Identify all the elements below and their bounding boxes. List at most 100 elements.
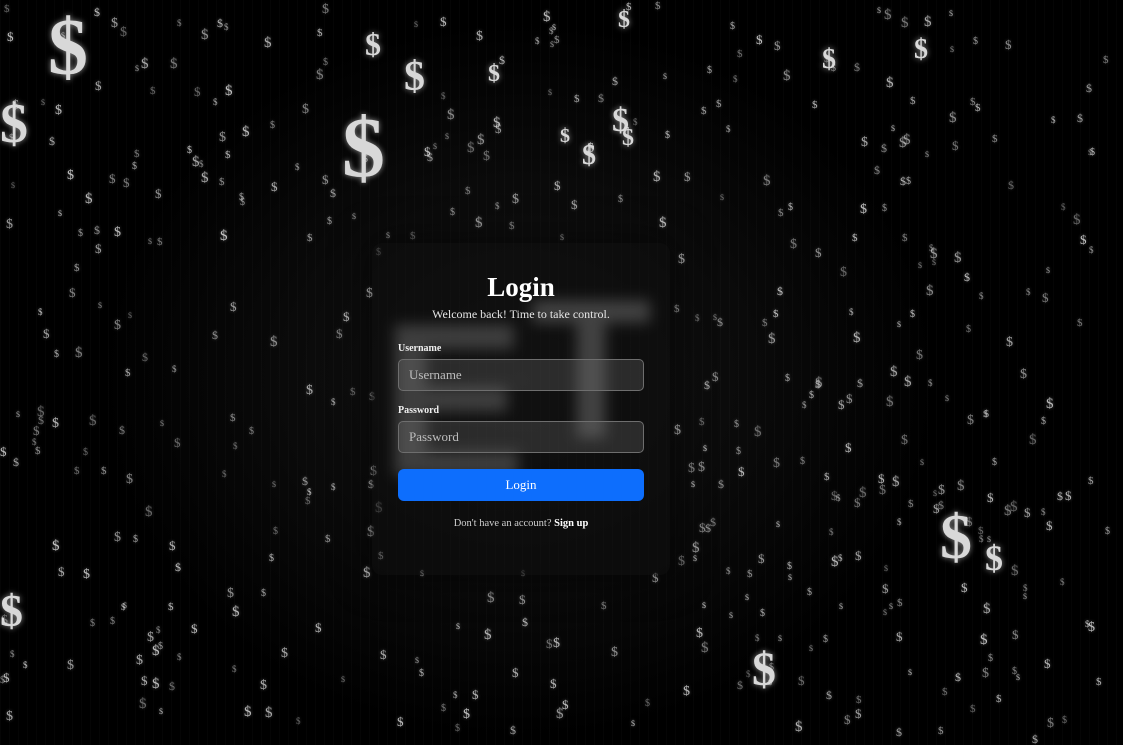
dollar-symbol: $ xyxy=(1051,115,1056,125)
dollar-symbol: $ xyxy=(758,551,765,566)
dollar-symbol: $ xyxy=(522,615,528,629)
dollar-symbol: $ xyxy=(807,587,812,598)
dollar-symbol: $ xyxy=(908,668,912,677)
dollar-symbol: $ xyxy=(914,34,928,65)
dollar-symbol: $ xyxy=(441,91,446,101)
dollar-symbol: $ xyxy=(824,471,830,483)
dollar-symbol: $ xyxy=(774,38,781,53)
dollar-symbol: $ xyxy=(918,261,922,270)
dollar-symbol: $ xyxy=(726,124,731,134)
dollar-symbol: $ xyxy=(139,696,147,712)
dollar-symbol: $ xyxy=(966,324,971,335)
dollar-symbol: $ xyxy=(493,115,501,131)
dollar-symbol: $ xyxy=(386,231,390,240)
dollar-symbol: $ xyxy=(7,29,14,44)
dollar-symbol: $ xyxy=(128,311,132,320)
dollar-symbol: $ xyxy=(424,144,431,159)
dollar-symbol: $ xyxy=(1016,673,1020,682)
dollar-symbol: $ xyxy=(746,669,751,679)
dollar-symbol: $ xyxy=(120,25,127,40)
dollar-symbol: $ xyxy=(495,121,502,136)
dollar-symbol: $ xyxy=(1073,212,1081,228)
dollar-symbol: $ xyxy=(949,9,953,18)
login-button[interactable]: Login xyxy=(398,469,644,501)
dollar-symbol: $ xyxy=(1061,202,1066,212)
dollar-symbol: $ xyxy=(910,309,915,320)
dollar-symbol: $ xyxy=(769,662,774,673)
dollar-symbol: $ xyxy=(674,303,680,315)
dollar-symbol: $ xyxy=(984,409,989,420)
dollar-symbol: $ xyxy=(859,485,867,501)
dollar-symbol: $ xyxy=(271,179,278,194)
dollar-symbol: $ xyxy=(1046,396,1054,412)
dollar-symbol: $ xyxy=(410,230,416,242)
dollar-symbol: $ xyxy=(920,458,924,467)
dollar-symbol: $ xyxy=(612,74,618,88)
dollar-symbol: $ xyxy=(187,145,192,156)
dollar-symbol: $ xyxy=(225,83,233,99)
dollar-symbol: $ xyxy=(546,636,553,651)
dollar-symbol: $ xyxy=(440,14,447,29)
dollar-symbol: $ xyxy=(52,538,60,554)
dollar-symbol: $ xyxy=(776,520,780,529)
dollar-symbol: $ xyxy=(433,142,437,151)
dollar-symbol: $ xyxy=(89,413,97,429)
dollar-symbol: $ xyxy=(114,318,121,333)
dollar-symbol: $ xyxy=(177,18,182,28)
dollar-symbol: $ xyxy=(119,423,125,437)
dollar-symbol: $ xyxy=(954,250,962,266)
dollar-symbol: $ xyxy=(296,716,301,726)
dollar-symbol: $ xyxy=(1029,432,1037,448)
dollar-symbol: $ xyxy=(142,350,148,364)
dollar-symbol: $ xyxy=(0,675,5,686)
dollar-symbol: $ xyxy=(1105,526,1110,537)
dollar-symbol: $ xyxy=(1006,335,1013,350)
signup-link[interactable]: Sign up xyxy=(554,518,588,529)
dollar-symbol: $ xyxy=(261,588,266,599)
dollar-symbol: $ xyxy=(587,141,594,156)
dollar-symbol: $ xyxy=(704,378,710,392)
dollar-symbol: $ xyxy=(897,597,903,609)
dollar-symbol: $ xyxy=(896,629,903,644)
dollar-symbol: $ xyxy=(852,232,858,244)
dollar-symbol: $ xyxy=(1042,290,1049,305)
dollar-symbol: $ xyxy=(855,548,862,563)
dollar-symbol: $ xyxy=(363,565,371,581)
login-page: ET $$$$$$$$$$$$$$$$$$$$$$$$$$$$$$$$$$$$$… xyxy=(0,0,1123,745)
dollar-symbol: $ xyxy=(665,130,670,141)
dollar-symbol: $ xyxy=(441,703,446,714)
username-group: Username xyxy=(398,343,644,391)
password-input[interactable] xyxy=(398,421,644,453)
dollar-symbol: $ xyxy=(983,409,988,419)
dollar-symbol: $ xyxy=(1096,676,1102,688)
dollar-symbol: $ xyxy=(169,679,175,693)
dollar-symbol: $ xyxy=(94,223,100,237)
dollar-symbol: $ xyxy=(964,270,970,284)
dollar-symbol: $ xyxy=(543,9,551,25)
dollar-symbol: $ xyxy=(317,27,323,39)
dollar-symbol: $ xyxy=(1008,178,1014,192)
dollar-symbol: $ xyxy=(854,60,860,74)
dollar-symbol: $ xyxy=(889,602,893,611)
dollar-symbol: $ xyxy=(884,564,888,573)
dollar-symbol: $ xyxy=(601,600,607,612)
dollar-symbol: $ xyxy=(659,215,667,231)
dollar-symbol: $ xyxy=(692,540,700,556)
dollar-symbol: $ xyxy=(472,687,479,702)
dollar-symbol: $ xyxy=(763,173,771,189)
dollar-symbol: $ xyxy=(760,608,765,619)
dollar-symbol: $ xyxy=(940,501,972,572)
dollar-symbol: $ xyxy=(823,634,828,645)
dollar-symbol: $ xyxy=(1012,627,1019,642)
dollar-symbol: $ xyxy=(273,526,278,537)
dollar-symbol: $ xyxy=(897,517,902,527)
dollar-symbol: $ xyxy=(879,483,886,498)
dollar-symbol: $ xyxy=(1088,620,1095,635)
dollar-symbol: $ xyxy=(125,367,131,379)
dollar-symbol: $ xyxy=(49,134,55,148)
dollar-symbol: $ xyxy=(13,455,19,469)
username-input[interactable] xyxy=(398,359,644,391)
dollar-symbol: $ xyxy=(1012,666,1017,677)
page-title: Login xyxy=(487,272,555,302)
dollar-symbol: $ xyxy=(192,154,200,170)
